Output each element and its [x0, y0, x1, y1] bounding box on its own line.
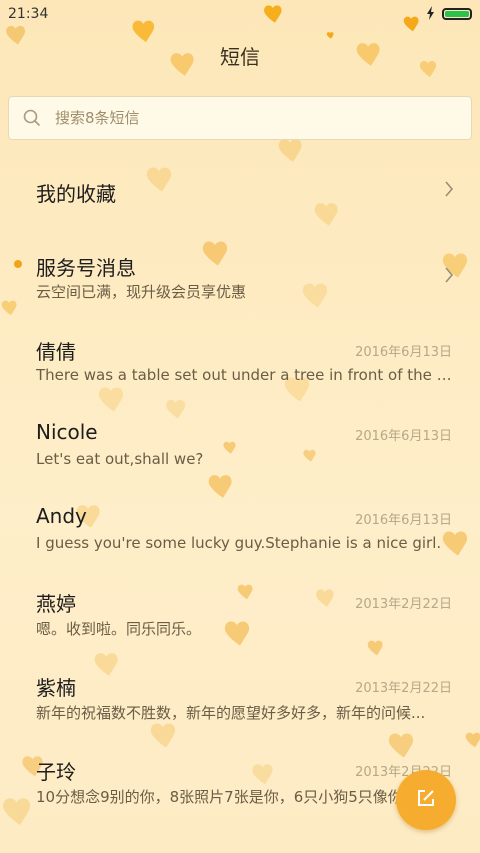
compose-button[interactable]: [396, 770, 456, 830]
favorites-item[interactable]: 我的收藏: [0, 148, 480, 232]
search-bar[interactable]: [8, 96, 472, 140]
contact-name: Nicole: [36, 420, 98, 444]
message-preview: 嗯。收到啦。同乐同乐。: [36, 620, 202, 638]
message-date: 2016年6月13日: [355, 429, 452, 444]
message-preview: I guess you're some lucky guy.Stephanie …: [36, 534, 442, 552]
conversation-row[interactable]: Andy 2016年6月13日 I guess you're some luck…: [0, 484, 480, 568]
status-time: 21:34: [8, 6, 49, 22]
contact-name: Andy: [36, 504, 87, 528]
contact-name: 子玲: [36, 760, 76, 784]
contact-name: 燕婷: [36, 592, 76, 616]
search-input[interactable]: [53, 108, 437, 128]
chevron-right-icon: [444, 180, 454, 202]
conversation-row[interactable]: 倩倩 2016年6月13日 There was a table set out …: [0, 316, 480, 400]
page-title: 短信: [220, 45, 260, 69]
message-date: 2016年6月13日: [355, 513, 452, 528]
contact-name: 倩倩: [36, 340, 76, 364]
chevron-right-icon: [444, 266, 454, 288]
message-date: 2013年2月22日: [355, 681, 452, 696]
conversation-row[interactable]: 燕婷 2013年2月22日 嗯。收到啦。同乐同乐。: [0, 568, 480, 652]
title-bar: 短信: [0, 28, 480, 86]
message-preview: 新年的祝福数不胜数，新年的愿望好多好多，新年的问候...: [36, 704, 426, 722]
service-messages-label: 服务号消息: [36, 256, 136, 280]
service-messages-subtitle: 云空间已满，现升级会员享优惠: [36, 283, 247, 301]
favorites-label: 我的收藏: [36, 182, 116, 206]
service-messages-item[interactable]: 服务号消息 云空间已满，现升级会员享优惠: [0, 232, 480, 316]
contact-name: 紫楠: [36, 676, 76, 700]
message-date: 2016年6月13日: [355, 345, 452, 360]
conversation-row[interactable]: 紫楠 2013年2月22日 新年的祝福数不胜数，新年的愿望好多好多，新年的问候.…: [0, 652, 480, 736]
lightning-icon: [426, 5, 436, 24]
status-icons: [426, 5, 472, 24]
message-preview: 10分想念9别的你，8张照片7张是你，6只小狗5只像你...: [36, 788, 418, 806]
message-preview: Let's eat out,shall we?: [36, 450, 204, 468]
unread-dot: [14, 260, 22, 268]
conversation-row[interactable]: Nicole 2016年6月13日 Let's eat out,shall we…: [0, 400, 480, 484]
status-bar: 21:34: [0, 0, 480, 28]
search-icon: [23, 109, 41, 127]
battery-icon: [442, 8, 472, 20]
compose-icon: [416, 788, 436, 812]
message-date: 2013年2月22日: [355, 597, 452, 612]
message-preview: There was a table set out under a tree i…: [36, 366, 452, 384]
